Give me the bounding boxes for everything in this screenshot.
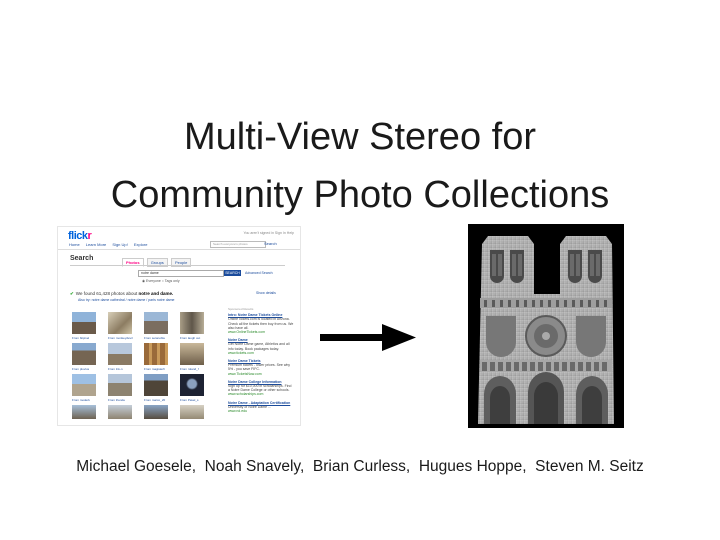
- flickr-advanced-link: Advanced Search: [245, 271, 273, 275]
- photo-thumb: [144, 374, 168, 396]
- ad-item: Notre Dame Tickets Premium tickets - low…: [228, 359, 291, 376]
- photo-thumb: [72, 312, 96, 334]
- photo-caption: From bitpixel: [72, 336, 90, 340]
- photo-caption: From seranoble: [144, 336, 166, 340]
- photo-thumb: [108, 374, 132, 396]
- author-list: Michael Goesele, Noah Snavely, Brian Cur…: [76, 458, 644, 475]
- nav-explore: Explore: [133, 242, 148, 247]
- photo-caption: From Ink-n: [108, 367, 123, 371]
- ad-item: Notre Dame College Information Sign up f…: [228, 379, 292, 397]
- flickr-search-screenshot: flickr Home Learn More Sign Up! Explore …: [57, 226, 301, 426]
- photo-thumb: [144, 312, 168, 334]
- photo-caption: From monkeydevil: [108, 336, 133, 340]
- flickr-top-search-button: Search: [264, 241, 277, 246]
- ads-header: Sponsored Results: [228, 307, 254, 311]
- photo-caption: From moderk: [72, 398, 90, 402]
- flickr-header: flickr Home Learn More Sign Up! Explore …: [58, 227, 300, 250]
- photo-thumb: [108, 405, 132, 419]
- flickr-top-search: Search everyone's photos: [210, 241, 266, 248]
- photo-caption: From Pavel_s: [180, 398, 199, 402]
- flickr-scope-radios: ◉ Everyone ○ Tags only: [142, 279, 180, 283]
- flickr-show-details: Show details: [256, 291, 276, 295]
- flickr-also-try: Also try: notre dame cathedral / notre d…: [78, 298, 175, 302]
- photo-thumb: [72, 343, 96, 365]
- photo-caption: From marco_20: [144, 398, 166, 402]
- photo-caption: From thunde: [108, 398, 126, 402]
- ad-item: Notre Dame - Adaptation Certification Un…: [228, 400, 291, 414]
- check-icon: ✔: [70, 291, 74, 296]
- flickr-signin-text: You aren't signed in Sign In Help: [243, 231, 294, 235]
- photo-thumb: [180, 405, 204, 419]
- photo-caption: From roland_f: [180, 367, 199, 371]
- ad-item: Intro: Notre Dame Tickets Online OnlineT…: [228, 313, 294, 335]
- photo-thumb: [144, 405, 168, 419]
- flickr-sponsored-results: Sponsored Results Intro: Notre Dame Tick…: [228, 307, 294, 417]
- photo-caption: From magisterh: [144, 367, 166, 371]
- tab-divider: [70, 265, 285, 266]
- right-arrow-icon: [320, 324, 416, 351]
- photo-thumb: [180, 343, 204, 365]
- nav-home: Home: [69, 242, 80, 247]
- slide-title: Multi-View Stereo for Community Photo Co…: [0, 108, 720, 224]
- ad-item: Notre Dame Get Notre Dame game, Athletic…: [228, 338, 290, 355]
- title-line-2: Community Photo Collections: [110, 174, 610, 216]
- cathedral-reconstruction-image: [468, 224, 624, 428]
- photo-thumb: [180, 312, 204, 334]
- flickr-search-heading: Search: [70, 255, 94, 262]
- photo-thumb: [108, 343, 132, 365]
- photo-thumb: [180, 374, 204, 396]
- photo-thumb: [144, 343, 168, 365]
- flickr-query-field: notre dame: [138, 270, 224, 277]
- flickr-query-button: SEARCH: [224, 270, 241, 276]
- flickr-nav: Home Learn More Sign Up! Explore: [69, 242, 152, 247]
- nav-learn-more: Learn More: [85, 242, 107, 247]
- flickr-result-count: ✔ We found 61,428 photos about notre and …: [70, 291, 174, 296]
- photo-thumb: [108, 312, 132, 334]
- title-line-1: Multi-View Stereo for: [184, 116, 536, 158]
- photo-thumb: [72, 374, 96, 396]
- photo-caption: From laugh out: [180, 336, 201, 340]
- nav-sign-up: Sign Up!: [112, 242, 128, 247]
- photo-thumb: [72, 405, 96, 419]
- photo-caption: From pluvius: [72, 367, 90, 371]
- flickr-logo: flickr: [68, 230, 92, 242]
